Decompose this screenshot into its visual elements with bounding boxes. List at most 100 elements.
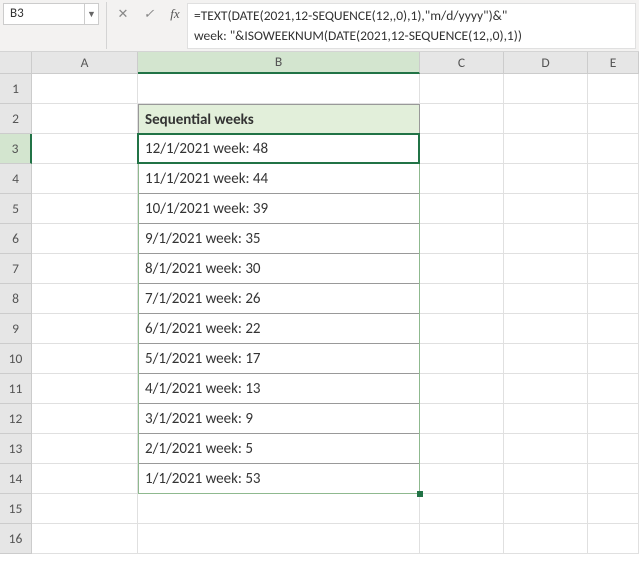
cell[interactable] — [420, 314, 504, 344]
cell[interactable] — [504, 254, 588, 284]
cancel-icon[interactable]: ✕ — [111, 3, 135, 25]
row-header-14[interactable]: 14 — [0, 464, 32, 494]
enter-icon[interactable]: ✓ — [137, 3, 161, 25]
cell[interactable] — [420, 434, 504, 464]
row-header-15[interactable]: 15 — [0, 494, 32, 524]
cell[interactable] — [588, 74, 639, 104]
cell[interactable] — [504, 284, 588, 314]
cell[interactable] — [32, 284, 138, 314]
cell[interactable] — [32, 404, 138, 434]
row-header-1[interactable]: 1 — [0, 74, 32, 104]
cell[interactable] — [504, 434, 588, 464]
cell[interactable] — [32, 464, 138, 494]
cell[interactable] — [504, 344, 588, 374]
cell[interactable] — [588, 284, 639, 314]
row-header-11[interactable]: 11 — [0, 374, 32, 404]
cell[interactable] — [420, 134, 504, 164]
select-all-corner[interactable] — [0, 52, 32, 74]
cell[interactable] — [588, 224, 639, 254]
cell[interactable] — [504, 104, 588, 134]
cell-B11[interactable]: 4/1/2021 week: 13 — [138, 374, 420, 404]
table-header[interactable]: Sequential weeks — [138, 104, 420, 134]
row-header-7[interactable]: 7 — [0, 254, 32, 284]
row-header-6[interactable]: 6 — [0, 224, 32, 254]
cell[interactable] — [504, 314, 588, 344]
name-box-dropdown[interactable]: ▼ — [85, 3, 99, 25]
row-header-8[interactable]: 8 — [0, 284, 32, 314]
cell-B7[interactable]: 8/1/2021 week: 30 — [138, 254, 420, 284]
cell[interactable] — [420, 404, 504, 434]
cell[interactable] — [420, 284, 504, 314]
cell[interactable] — [420, 74, 504, 104]
col-header-C[interactable]: C — [420, 52, 504, 74]
row-header-2[interactable]: 2 — [0, 104, 32, 134]
cell[interactable] — [32, 74, 138, 104]
cell[interactable] — [588, 134, 639, 164]
cell[interactable] — [504, 224, 588, 254]
cell[interactable] — [32, 224, 138, 254]
cell[interactable] — [588, 434, 639, 464]
cell[interactable] — [32, 164, 138, 194]
cell[interactable] — [32, 494, 138, 524]
cell[interactable] — [32, 104, 138, 134]
cell[interactable] — [504, 164, 588, 194]
cell[interactable] — [32, 344, 138, 374]
cell-B4[interactable]: 11/1/2021 week: 44 — [138, 164, 420, 194]
cell[interactable] — [588, 194, 639, 224]
row-header-9[interactable]: 9 — [0, 314, 32, 344]
cell[interactable] — [32, 314, 138, 344]
cell[interactable] — [32, 374, 138, 404]
cell-B9[interactable]: 6/1/2021 week: 22 — [138, 314, 420, 344]
cell[interactable] — [588, 524, 639, 554]
col-header-A[interactable]: A — [32, 52, 138, 74]
cell[interactable] — [138, 74, 420, 104]
cell[interactable] — [32, 194, 138, 224]
cell[interactable] — [32, 134, 138, 164]
cell[interactable] — [504, 374, 588, 404]
row-header-5[interactable]: 5 — [0, 194, 32, 224]
cell[interactable] — [504, 194, 588, 224]
cell-B6[interactable]: 9/1/2021 week: 35 — [138, 224, 420, 254]
cell[interactable] — [504, 494, 588, 524]
row-header-13[interactable]: 13 — [0, 434, 32, 464]
row-header-12[interactable]: 12 — [0, 404, 32, 434]
cell[interactable] — [138, 494, 420, 524]
cell[interactable] — [588, 254, 639, 284]
cell-B13[interactable]: 2/1/2021 week: 5 — [138, 434, 420, 464]
cell[interactable] — [504, 464, 588, 494]
cell[interactable] — [32, 434, 138, 464]
cell[interactable] — [504, 134, 588, 164]
fx-icon[interactable]: fx — [163, 3, 187, 25]
cell[interactable] — [420, 164, 504, 194]
cell[interactable] — [588, 314, 639, 344]
cell-B12[interactable]: 3/1/2021 week: 9 — [138, 404, 420, 434]
col-header-E[interactable]: E — [588, 52, 639, 74]
cell[interactable] — [588, 494, 639, 524]
cell[interactable] — [588, 344, 639, 374]
cell[interactable] — [420, 194, 504, 224]
cell-B3[interactable]: 12/1/2021 week: 48 — [138, 134, 420, 164]
cell[interactable] — [138, 524, 420, 554]
col-header-B[interactable]: B — [138, 52, 420, 74]
cell[interactable] — [504, 524, 588, 554]
cell[interactable] — [32, 524, 138, 554]
cell[interactable] — [588, 404, 639, 434]
cell[interactable] — [588, 164, 639, 194]
name-box[interactable]: B3 — [3, 3, 85, 25]
cell[interactable] — [420, 344, 504, 374]
cell[interactable] — [420, 104, 504, 134]
col-header-D[interactable]: D — [504, 52, 588, 74]
cell-B8[interactable]: 7/1/2021 week: 26 — [138, 284, 420, 314]
cell[interactable] — [504, 74, 588, 104]
cell[interactable] — [420, 494, 504, 524]
cell-B5[interactable]: 10/1/2021 week: 39 — [138, 194, 420, 224]
cell[interactable] — [420, 524, 504, 554]
row-header-16[interactable]: 16 — [0, 524, 32, 554]
cell[interactable] — [420, 464, 504, 494]
row-header-3[interactable]: 3 — [0, 134, 32, 164]
cell[interactable] — [32, 254, 138, 284]
cell[interactable] — [588, 464, 639, 494]
cell[interactable] — [588, 374, 639, 404]
row-header-4[interactable]: 4 — [0, 164, 32, 194]
cell[interactable] — [420, 254, 504, 284]
